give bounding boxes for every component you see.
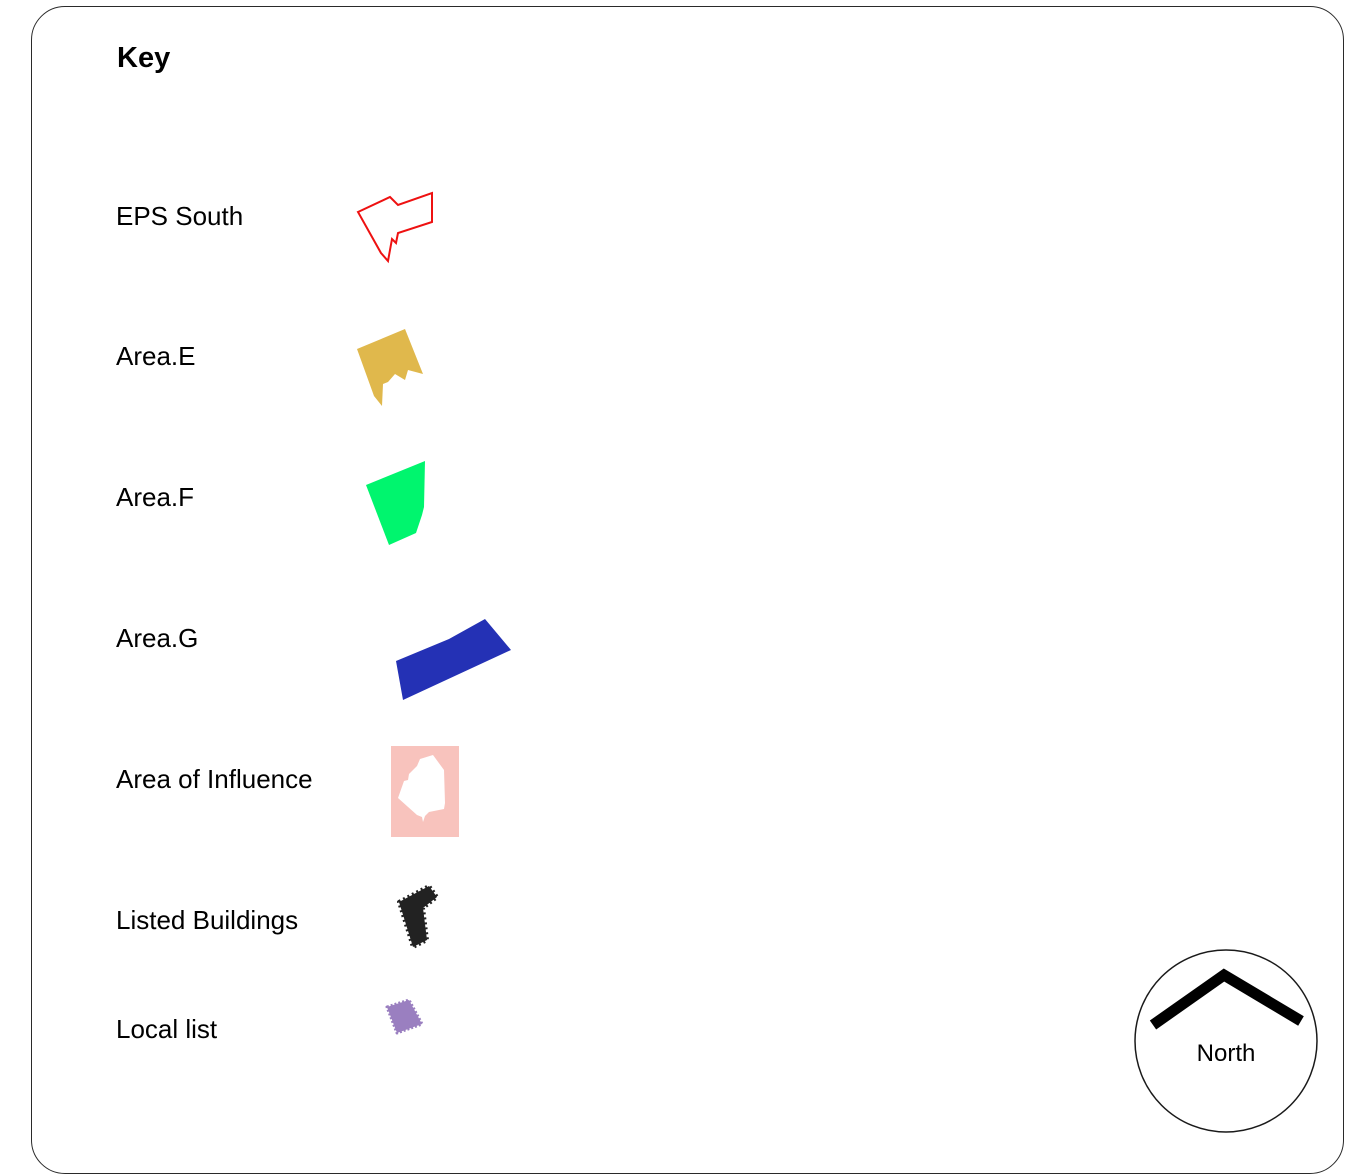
listed-buildings-shape [397,884,439,949]
legend-label-eps-south: EPS South [116,201,244,231]
eps-south-outline [356,191,433,264]
legend-label-area-of-influence: Area of Influence [116,764,313,794]
swatch-listed-buildings [397,884,439,949]
key-title: Key [117,42,171,74]
local-list-shape [385,998,424,1035]
legend-label-listed-buildings: Listed Buildings [116,905,299,935]
legend-label-area-f: Area.F [116,482,195,512]
swatch-local-list [385,998,424,1035]
swatch-area-of-influence [391,746,459,837]
swatch-area-f [366,461,425,545]
legend-label-local-list: Local list [116,1014,218,1044]
swatch-area-e [357,329,423,406]
legend-label-area-e: Area.E [116,341,196,371]
area-f-shape [366,461,425,545]
swatch-area-g [396,619,511,700]
area-of-influence-shape [391,746,459,837]
area-e-shape [357,329,423,406]
area-g-shape [396,619,511,700]
swatch-eps-south [356,191,433,264]
legend-label-area-g: Area.G [116,623,199,653]
north-label: North [1196,1040,1256,1067]
